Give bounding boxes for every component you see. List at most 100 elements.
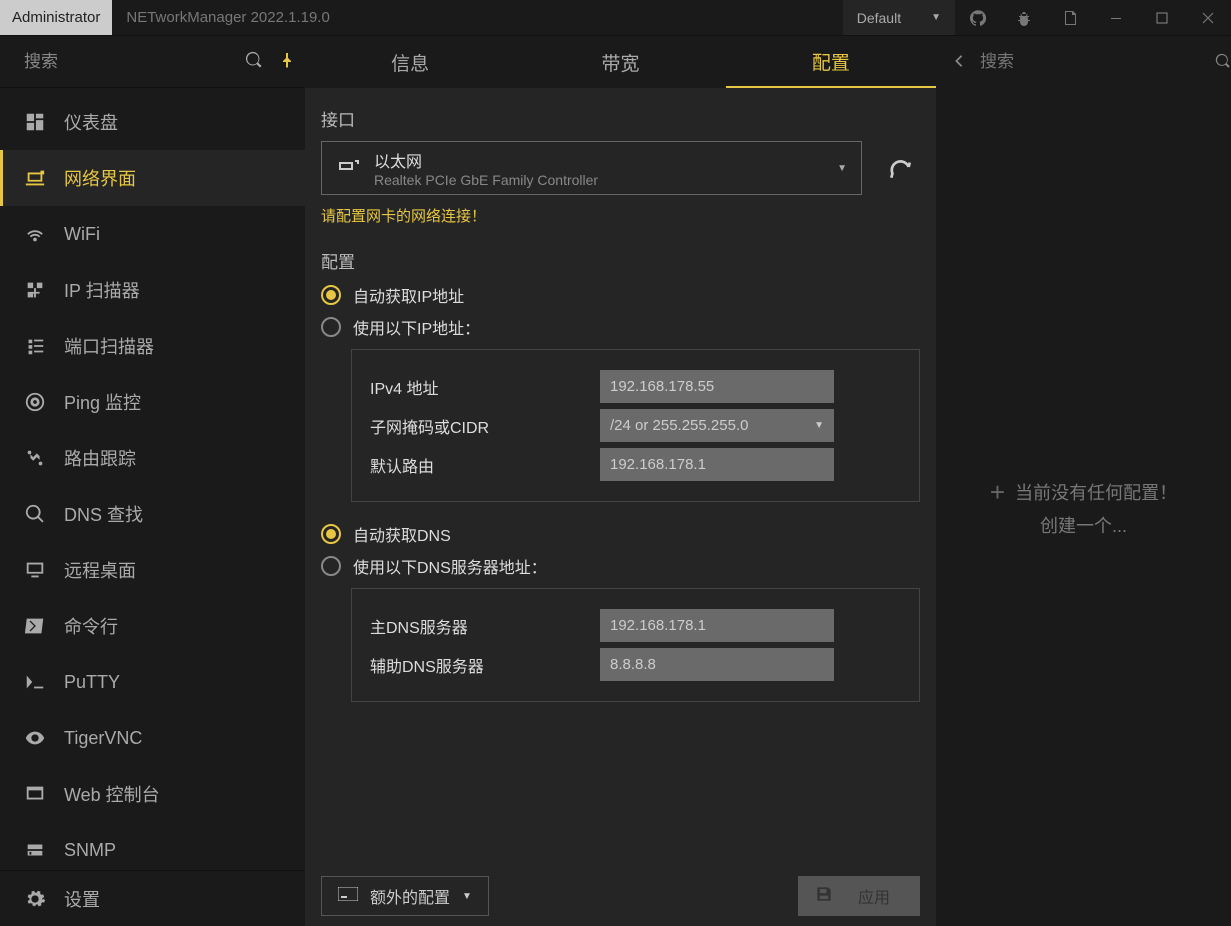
docs-icon[interactable] <box>1047 0 1093 35</box>
radio-icon <box>321 317 341 337</box>
sidebar-item-putty[interactable]: PuTTY <box>0 654 305 710</box>
radio-label: 使用以下IP地址： <box>353 315 480 339</box>
refresh-button[interactable] <box>880 148 920 188</box>
ping-icon <box>24 391 46 413</box>
sidebar-item-ip-scanner[interactable]: IP 扫描器 <box>0 262 305 318</box>
gateway-input[interactable] <box>600 448 834 481</box>
sidebar: 仪表盘 网络界面 WiFi IP 扫描器 端口扫描器 Ping 监控 路由跟踪 … <box>0 36 305 926</box>
sidebar-item-ping[interactable]: Ping 监控 <box>0 374 305 430</box>
interface-sub: Realtek PCIe GbE Family Controller <box>374 172 598 188</box>
webconsole-icon <box>24 783 46 805</box>
sidebar-item-label: 路由跟踪 <box>64 445 136 471</box>
close-icon[interactable] <box>1185 0 1231 35</box>
dns2-label: 辅助DNS服务器 <box>370 653 600 677</box>
sidebar-item-label: 仪表盘 <box>64 109 118 135</box>
sidebar-item-port-scanner[interactable]: 端口扫描器 <box>0 318 305 374</box>
warning-text: 请配置网卡的网络连接！ <box>321 205 920 226</box>
sidebar-item-label: 端口扫描器 <box>64 333 154 359</box>
tab-config[interactable]: 配置 <box>726 36 936 88</box>
sidebar-item-traceroute[interactable]: 路由跟踪 <box>0 430 305 486</box>
sidebar-item-label: WiFi <box>64 224 100 245</box>
sidebar-search <box>0 36 305 88</box>
powershell-icon <box>24 615 46 637</box>
snmp-icon <box>24 839 46 861</box>
gateway-label: 默认路由 <box>370 453 600 477</box>
subnet-label: 子网掩码或CIDR <box>370 414 600 438</box>
config-section-title: 配置 <box>321 248 920 273</box>
sidebar-item-rdp[interactable]: 远程桌面 <box>0 542 305 598</box>
interface-dropdown[interactable]: 以太网 Realtek PCIe GbE Family Controller ▼ <box>321 141 862 195</box>
apply-label: 应用 <box>858 884 890 908</box>
ethernet-icon <box>336 155 360 182</box>
right-search-input[interactable] <box>980 52 1201 72</box>
admin-badge: Administrator <box>0 0 112 35</box>
radio-dns-manual[interactable]: 使用以下DNS服务器地址： <box>321 554 920 578</box>
extra-config-button[interactable]: 额外的配置 ▼ <box>321 876 489 916</box>
sidebar-item-label: TigerVNC <box>64 728 142 749</box>
right-panel: + + 当前没有任何配置！ 创建一个... <box>936 36 1231 926</box>
radio-icon <box>321 556 341 576</box>
sidebar-item-label: DNS 查找 <box>64 501 143 527</box>
sidebar-item-dns[interactable]: DNS 查找 <box>0 486 305 542</box>
search-icon[interactable] <box>245 51 263 72</box>
tab-info[interactable]: 信息 <box>305 36 515 88</box>
tab-bandwidth[interactable]: 带宽 <box>515 36 725 88</box>
sidebar-item-network-interface[interactable]: 网络界面 <box>0 150 305 206</box>
ipv4-input[interactable] <box>600 370 834 403</box>
minimize-icon[interactable] <box>1093 0 1139 35</box>
empty-text-1: 当前没有任何配置！ <box>1015 479 1177 505</box>
interface-section-title: 接口 <box>321 106 920 131</box>
ip-form: IPv4 地址 子网掩码或CIDR /24 or 255.255.255.0 ▼… <box>351 349 920 502</box>
wifi-icon <box>24 223 46 245</box>
radio-dns-auto[interactable]: 自动获取DNS <box>321 522 920 546</box>
sidebar-item-snmp[interactable]: SNMP <box>0 822 305 870</box>
sidebar-item-label: 网络界面 <box>64 165 136 191</box>
content: 信息 带宽 配置 接口 以太网 Realtek PCIe GbE Family … <box>305 36 936 926</box>
plus-icon[interactable]: + <box>990 477 1005 508</box>
chevron-down-icon: ▼ <box>814 420 824 431</box>
sidebar-item-label: Web 控制台 <box>64 781 160 807</box>
traceroute-icon <box>24 447 46 469</box>
github-icon[interactable] <box>955 0 1001 35</box>
port-scanner-icon <box>24 335 46 357</box>
subnet-combo[interactable]: /24 or 255.255.255.0 ▼ <box>600 409 834 442</box>
sidebar-item-dashboard[interactable]: 仪表盘 <box>0 94 305 150</box>
radio-label: 自动获取IP地址 <box>353 283 464 307</box>
dns-form: 主DNS服务器 辅助DNS服务器 <box>351 588 920 702</box>
sidebar-item-tigervnc[interactable]: TigerVNC <box>0 710 305 766</box>
search-input[interactable] <box>24 52 245 72</box>
settings-label: 设置 <box>64 886 100 912</box>
sidebar-item-label: 命令行 <box>64 613 118 639</box>
ip-scanner-icon <box>24 279 46 301</box>
extra-label: 额外的配置 <box>370 884 450 908</box>
profile-label: Default <box>857 10 901 26</box>
apply-button[interactable]: 应用 <box>798 876 920 916</box>
dns1-input[interactable] <box>600 609 834 642</box>
sidebar-item-powershell[interactable]: 命令行 <box>0 598 305 654</box>
search-icon[interactable] <box>1215 53 1231 72</box>
putty-icon <box>24 671 46 693</box>
sidebar-item-wifi[interactable]: WiFi <box>0 206 305 262</box>
rdp-icon <box>24 559 46 581</box>
dns2-input[interactable] <box>600 648 834 681</box>
radio-ip-manual[interactable]: 使用以下IP地址： <box>321 315 920 339</box>
subnet-placeholder: /24 or 255.255.255.0 <box>610 417 748 434</box>
right-search-row: + <box>936 36 1231 88</box>
empty-text-2: 创建一个... <box>1040 512 1127 538</box>
chevron-down-icon: ▼ <box>462 891 472 902</box>
interface-name: 以太网 <box>374 148 598 172</box>
pin-icon[interactable] <box>279 52 295 71</box>
back-icon[interactable] <box>952 54 966 71</box>
profile-dropdown[interactable]: Default ▼ <box>843 0 955 35</box>
tigervnc-icon <box>24 727 46 749</box>
bug-icon[interactable] <box>1001 0 1047 35</box>
sidebar-item-label: SNMP <box>64 840 116 861</box>
save-icon <box>814 884 834 909</box>
bottom-bar: 额外的配置 ▼ 应用 <box>305 866 936 926</box>
radio-ip-auto[interactable]: 自动获取IP地址 <box>321 283 920 307</box>
sidebar-item-webconsole[interactable]: Web 控制台 <box>0 766 305 822</box>
maximize-icon[interactable] <box>1139 0 1185 35</box>
chevron-down-icon: ▼ <box>837 163 847 174</box>
radio-icon <box>321 285 341 305</box>
settings-button[interactable]: 设置 <box>0 870 305 926</box>
